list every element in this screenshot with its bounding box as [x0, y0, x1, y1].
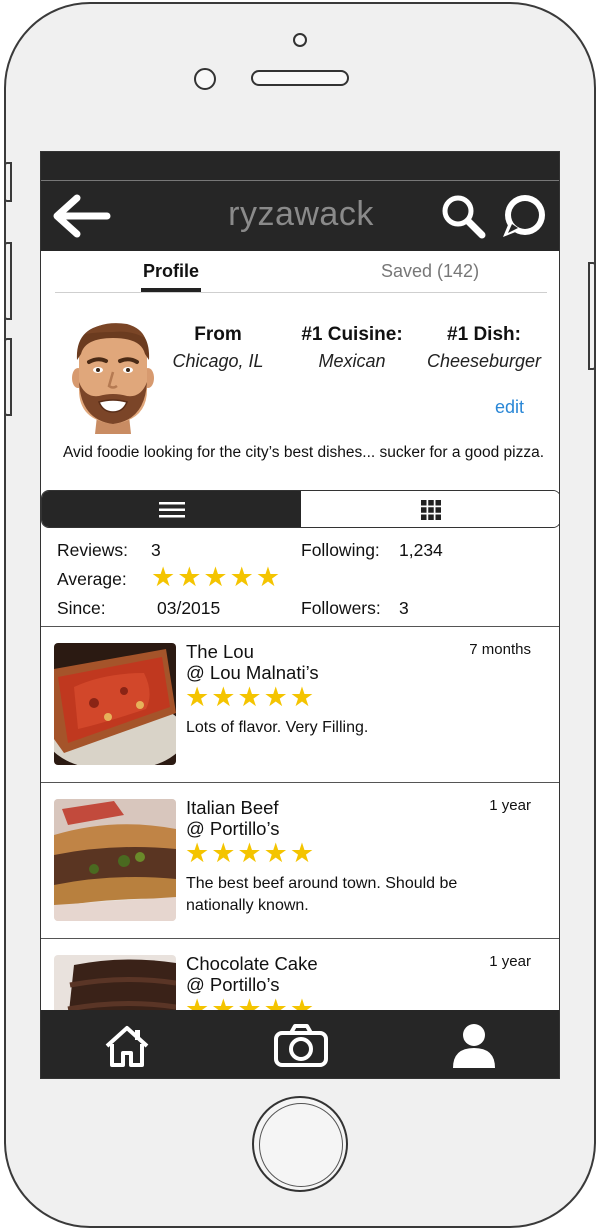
top-dish-info: #1 Dish: Cheeseburger	[419, 324, 549, 372]
review-text: The best beef around town. Should be nat…	[186, 875, 458, 914]
review-age: 1 year	[489, 797, 531, 814]
list-view-icon	[159, 502, 185, 518]
reviews-label: Reviews:	[57, 540, 128, 560]
grid-view-button[interactable]	[301, 491, 559, 527]
dish-label: #1 Dish:	[447, 324, 521, 345]
hometown-info: From Chicago, IL	[159, 324, 277, 372]
followers-count[interactable]: 3	[399, 598, 409, 619]
bottom-navigation-bar	[41, 1010, 559, 1078]
following-label: Following:	[301, 540, 380, 560]
app-screen: ryzawack Profile Saved (142) From Chicag…	[40, 151, 560, 1079]
chat-bubble-icon[interactable]	[499, 191, 549, 241]
edit-profile-link[interactable]: edit	[495, 397, 524, 418]
review-item[interactable]: The Lou @ Lou Malnati’s ★★★★★ Lots of fl…	[41, 627, 559, 783]
profile-icon[interactable]	[451, 1022, 497, 1068]
profile-tabs: Profile Saved (142)	[55, 251, 547, 293]
front-camera	[293, 33, 307, 47]
review-age: 1 year	[489, 953, 531, 970]
tab-saved[interactable]: Saved (142)	[381, 261, 479, 282]
search-icon[interactable]	[439, 193, 487, 241]
view-toggle	[41, 490, 559, 528]
cuisine-label: #1 Cuisine:	[301, 324, 403, 345]
reviews-count: 3	[151, 540, 161, 560]
top-cuisine-info: #1 Cuisine: Mexican	[295, 324, 409, 372]
volume-down-button	[4, 338, 12, 416]
since-value: 03/2015	[157, 598, 221, 618]
from-value: Chicago, IL	[172, 351, 264, 371]
review-rating-stars: ★★★★★	[185, 682, 317, 712]
profile-bio: Avid foodie looking for the city’s best …	[63, 444, 545, 461]
mute-switch	[4, 162, 12, 202]
review-age: 7 months	[469, 641, 531, 658]
review-item[interactable]: Italian Beef @ Portillo’s ★★★★★ The best…	[41, 783, 559, 939]
home-icon[interactable]	[103, 1024, 151, 1068]
review-venue[interactable]: @ Portillo’s	[186, 974, 280, 996]
following-count[interactable]: 1,234	[399, 540, 443, 561]
status-bar	[41, 152, 559, 181]
earpiece-speaker	[251, 70, 349, 86]
review-dish-name: Italian Beef	[186, 797, 279, 818]
review-text: Lots of flavor. Very Filling.	[186, 719, 369, 736]
from-label: From	[194, 324, 242, 345]
top-navigation-bar: ryzawack	[41, 181, 559, 251]
followers-label: Followers:	[301, 598, 381, 618]
pizza-thumbnail	[54, 643, 176, 765]
review-venue[interactable]: @ Portillo’s	[186, 818, 280, 840]
cuisine-value: Mexican	[318, 351, 386, 371]
grid-view-icon	[421, 500, 441, 520]
review-venue[interactable]: @ Lou Malnati’s	[186, 662, 319, 684]
dish-value: Cheeseburger	[426, 351, 542, 371]
review-rating-stars: ★★★★★	[185, 838, 317, 868]
avatar	[71, 320, 155, 434]
active-tab-indicator	[141, 288, 201, 292]
hardware-home-button[interactable]	[252, 1096, 348, 1192]
review-dish-name: The Lou	[186, 641, 254, 662]
proximity-sensor	[194, 68, 216, 90]
power-button	[588, 262, 596, 370]
sandwich-thumbnail	[54, 799, 176, 921]
average-label: Average:	[57, 569, 127, 589]
volume-up-button	[4, 242, 12, 320]
list-view-button[interactable]	[42, 491, 301, 527]
average-rating-stars: ★★★★★	[151, 562, 283, 592]
review-dish-name: Chocolate Cake	[186, 953, 318, 974]
camera-icon[interactable]	[273, 1024, 329, 1068]
since-label: Since:	[57, 598, 106, 618]
tab-profile[interactable]: Profile	[141, 261, 201, 282]
